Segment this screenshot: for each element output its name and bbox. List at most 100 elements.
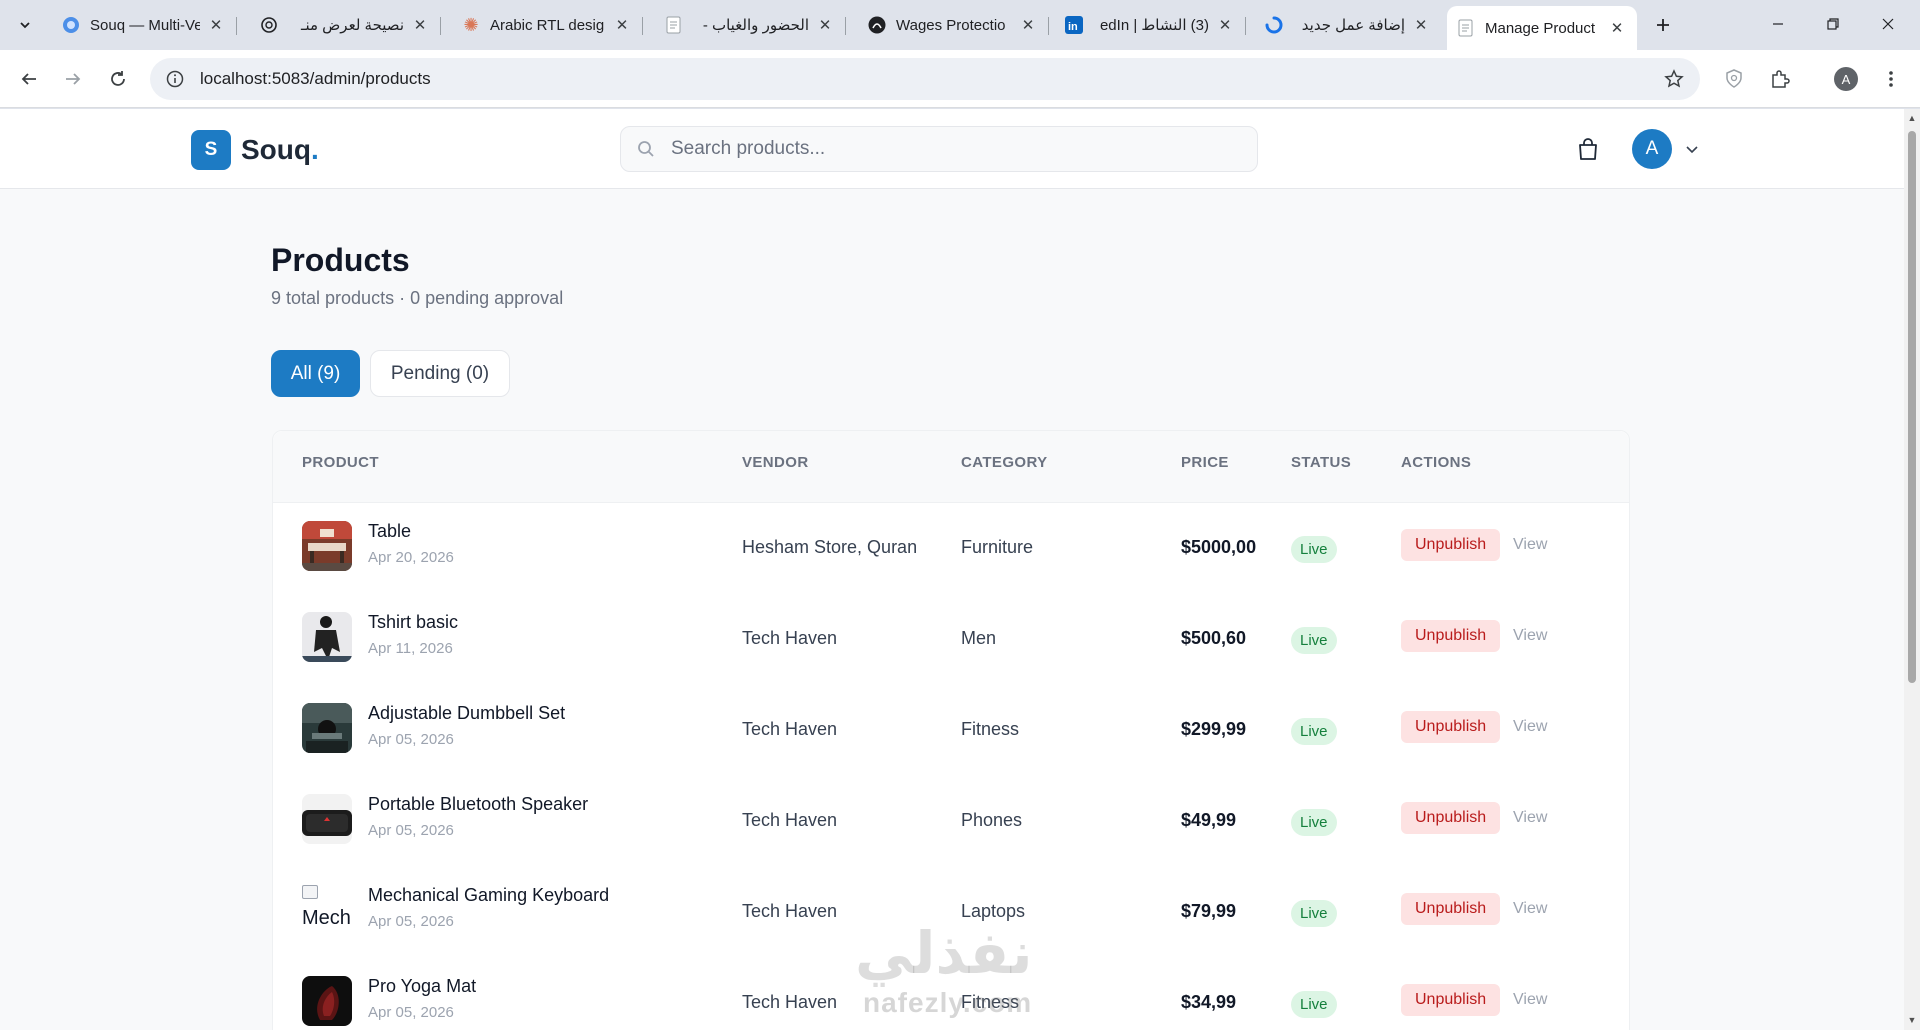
status-badge: Live [1291, 536, 1337, 563]
view-button[interactable]: View [1513, 718, 1547, 736]
site-logo[interactable]: S Souq. [191, 130, 319, 170]
info-icon[interactable] [154, 58, 196, 100]
page-scrollbar[interactable]: ▲ ▼ [1904, 109, 1920, 1030]
browser-tab-bar: Souq — Multi-Ve ✕ نصيحة لعرض منـ ✕ ✺ Ara… [0, 0, 1920, 50]
search-input[interactable] [671, 138, 1231, 160]
unpublish-button[interactable]: Unpublish [1401, 620, 1501, 652]
unpublish-button[interactable]: Unpublish [1401, 984, 1501, 1016]
close-window-button[interactable] [1866, 8, 1910, 40]
logo-text: Souq. [241, 134, 319, 166]
product-name[interactable]: Tshirt basic [368, 612, 458, 633]
view-button[interactable]: View [1513, 900, 1547, 918]
doc-icon [1457, 19, 1475, 37]
price-cell: $34,99 [1181, 992, 1237, 1012]
browser-tab[interactable]: إضافة عمل جديد ✕ [1255, 6, 1441, 44]
vendor-cell: Tech Haven [742, 628, 838, 648]
view-button[interactable]: View [1513, 809, 1547, 827]
tab-separator [845, 17, 846, 35]
github-icon [868, 16, 886, 34]
user-menu-toggle[interactable] [1682, 139, 1702, 159]
tab-separator [1245, 17, 1246, 35]
product-date: Apr 05, 2026 [368, 1004, 454, 1021]
browser-tab[interactable]: الحضور والغياب - ✕ [655, 6, 846, 44]
view-button[interactable]: View [1513, 627, 1547, 645]
unpublish-button[interactable]: Unpublish [1401, 529, 1501, 561]
restore-button[interactable] [1811, 8, 1855, 40]
cart-button[interactable] [1574, 135, 1602, 163]
browser-menu-button[interactable] [1874, 62, 1908, 96]
shopping-bag-icon [1579, 138, 1597, 160]
product-name[interactable]: Mechanical Gaming Keyboard [368, 885, 609, 906]
vendor-cell: Tech Haven [742, 810, 838, 830]
unpublish-button[interactable]: Unpublish [1401, 711, 1501, 743]
close-icon[interactable]: ✕ [206, 15, 226, 35]
view-button[interactable]: View [1513, 536, 1547, 554]
browser-tab[interactable]: in (3) النشاط | edIn ✕ [1055, 6, 1246, 44]
product-name[interactable]: Portable Bluetooth Speaker [368, 794, 588, 815]
site-header: S Souq. A [0, 109, 1904, 189]
close-icon[interactable]: ✕ [612, 15, 632, 35]
product-date: Apr 05, 2026 [368, 731, 454, 748]
product-date: Apr 11, 2026 [368, 640, 453, 657]
forward-button[interactable] [56, 62, 90, 96]
browser-tab-active[interactable]: Manage Product ✕ [1447, 6, 1637, 50]
product-thumbnail [302, 976, 352, 1026]
scroll-up-icon[interactable]: ▲ [1907, 113, 1917, 123]
close-icon[interactable]: ✕ [1215, 15, 1235, 35]
table-row: Pro Yoga Mat Apr 05, 2026 Tech Haven Fit… [273, 958, 1629, 1030]
extensions-button[interactable] [1763, 62, 1797, 96]
unpublish-button[interactable]: Unpublish [1401, 893, 1501, 925]
browser-tab[interactable]: Wages Protectio ✕ [858, 6, 1049, 44]
image-alt-text: Mech [302, 907, 351, 929]
vendor-cell: Hesham Store, Quran [742, 537, 918, 557]
filter-all-button[interactable]: All (9) [271, 350, 360, 397]
browser-tab[interactable]: Souq — Multi-Ve ✕ [52, 6, 237, 44]
user-avatar[interactable]: A [1632, 129, 1672, 169]
openai-icon [260, 16, 278, 34]
broken-image: Mech [302, 885, 358, 935]
table-row: Mech Mechanical Gaming Keyboard Apr 05, … [273, 867, 1629, 958]
tab-title: (3) النشاط | edIn [1099, 17, 1209, 34]
product-name[interactable]: Table [368, 521, 411, 542]
scroll-down-icon[interactable]: ▼ [1907, 1015, 1917, 1025]
shield-extension-button[interactable] [1717, 62, 1751, 96]
tab-title: Wages Protectio [896, 16, 1006, 34]
view-button[interactable]: View [1513, 991, 1547, 1009]
chevron-down-icon [1686, 146, 1698, 154]
unpublish-button[interactable]: Unpublish [1401, 802, 1501, 834]
column-header-product: PRODUCT [302, 454, 379, 471]
vendor-cell: Tech Haven [742, 719, 838, 739]
new-tab-button[interactable] [1646, 8, 1680, 42]
price-cell: $49,99 [1181, 810, 1237, 830]
product-thumbnail [302, 794, 352, 844]
category-cell: Furniture [961, 537, 1034, 557]
close-icon[interactable]: ✕ [410, 15, 430, 35]
linkedin-icon: in [1065, 16, 1083, 34]
product-date: Apr 20, 2026 [368, 549, 454, 566]
tab-search-button[interactable] [10, 10, 40, 40]
price-cell: $5000,00 [1181, 537, 1257, 557]
tab-title: Souq — Multi-Ve [90, 16, 200, 34]
column-header-price: PRICE [1181, 454, 1229, 471]
minimize-button[interactable] [1756, 8, 1800, 40]
close-icon[interactable]: ✕ [1607, 18, 1627, 38]
filter-pending-button[interactable]: Pending (0) [370, 350, 510, 397]
product-date: Apr 05, 2026 [368, 822, 454, 839]
close-icon[interactable]: ✕ [815, 15, 835, 35]
back-button[interactable] [12, 62, 46, 96]
product-name[interactable]: Adjustable Dumbbell Set [368, 703, 565, 724]
close-icon[interactable]: ✕ [1018, 15, 1038, 35]
product-name[interactable]: Pro Yoga Mat [368, 976, 476, 997]
product-thumbnail [302, 612, 352, 662]
browser-tab[interactable]: نصيحة لعرض منـ ✕ [250, 6, 441, 44]
table-row: Portable Bluetooth Speaker Apr 05, 2026 … [273, 776, 1629, 867]
scrollbar-thumb[interactable] [1908, 131, 1916, 683]
status-badge: Live [1291, 900, 1337, 927]
reload-button[interactable] [101, 62, 135, 96]
browser-tab[interactable]: ✺ Arabic RTL desig ✕ [452, 6, 643, 44]
close-icon[interactable]: ✕ [1411, 15, 1431, 35]
spinner-icon [1265, 16, 1283, 34]
address-bar[interactable]: localhost:5083/admin/products [150, 58, 1700, 100]
bookmark-star-icon[interactable] [1662, 67, 1686, 91]
profile-button[interactable]: A [1829, 62, 1863, 96]
